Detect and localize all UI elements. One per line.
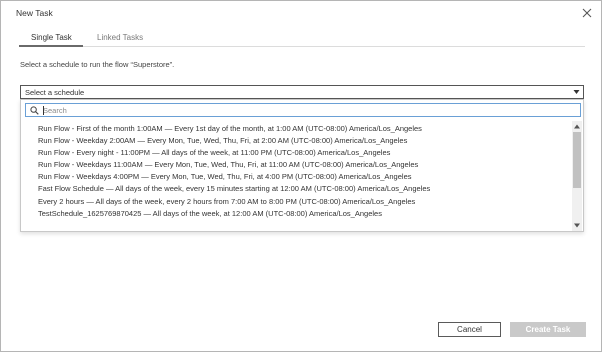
schedule-instruction: Select a schedule to run the flow “Super…	[20, 60, 175, 69]
active-tab-indicator	[19, 45, 83, 47]
caret-down-icon	[573, 90, 580, 94]
schedule-select-value: Select a schedule	[25, 88, 85, 97]
search-icon	[30, 106, 39, 115]
create-task-button[interactable]: Create Task	[510, 322, 586, 337]
tab-divider	[19, 46, 585, 47]
schedule-select[interactable]: Select a schedule	[20, 85, 584, 99]
close-button[interactable]	[579, 5, 595, 21]
schedule-option[interactable]: Run Flow - Every night - 11:00PM — All d…	[21, 147, 569, 159]
schedule-option[interactable]: Run Flow - Weekdays 11:00AM — Every Mon,…	[21, 159, 569, 171]
scroll-up-arrow-icon[interactable]	[574, 124, 580, 129]
schedule-option[interactable]: TestSchedule_1625769870425 — All days of…	[21, 208, 569, 220]
schedule-option[interactable]: Fast Flow Schedule — All days of the wee…	[21, 183, 569, 195]
schedule-options-list: Run Flow - First of the month 1:00AM — E…	[21, 123, 569, 231]
new-task-dialog: New Task Single Task Linked Tasks Select…	[0, 0, 602, 352]
task-type-tabs: Single Task Linked Tasks	[19, 31, 585, 47]
tab-single-task[interactable]: Single Task	[31, 33, 72, 42]
scroll-down-arrow-icon[interactable]	[574, 223, 580, 228]
cancel-button[interactable]: Cancel	[438, 322, 501, 337]
text-cursor	[43, 106, 44, 115]
tab-linked-tasks[interactable]: Linked Tasks	[97, 33, 143, 42]
schedule-search-box[interactable]	[25, 103, 581, 117]
schedule-dropdown: Run Flow - First of the month 1:00AM — E…	[20, 99, 584, 232]
schedule-option[interactable]: Run Flow - First of the month 1:00AM — E…	[21, 123, 569, 135]
schedule-option[interactable]: Run Flow - Weekdays 4:00PM — Every Mon, …	[21, 171, 569, 183]
schedule-search-input[interactable]	[43, 105, 573, 115]
schedule-option[interactable]: Every 2 hours — All days of the week, ev…	[21, 196, 569, 208]
close-icon[interactable]	[579, 5, 595, 21]
schedule-option[interactable]: Run Flow - Weekday 2:00AM — Every Mon, T…	[21, 135, 569, 147]
options-scrollbar[interactable]	[572, 121, 582, 231]
dialog-title: New Task	[16, 8, 53, 18]
scroll-thumb[interactable]	[573, 132, 581, 188]
